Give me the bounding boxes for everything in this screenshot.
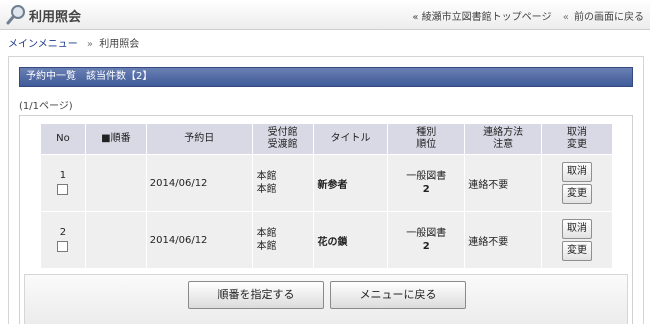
row-number: 2 bbox=[59, 227, 67, 238]
cell-order bbox=[85, 155, 146, 211]
cell-type: 一般図書 2 bbox=[388, 155, 465, 211]
col-header-type-line2: 順位 bbox=[416, 139, 437, 150]
library-top-link[interactable]: 綾瀬市立図書館トップページ bbox=[422, 12, 552, 23]
col-header-date: 予約日 bbox=[146, 124, 252, 154]
magnifier-icon bbox=[6, 5, 25, 25]
link-prefix: « bbox=[562, 12, 569, 23]
change-button[interactable]: 変更 bbox=[562, 184, 593, 204]
material-type: 一般図書 bbox=[406, 171, 447, 182]
link-prefix: « bbox=[412, 12, 419, 23]
previous-screen-link[interactable]: 前の画面に戻る bbox=[574, 12, 644, 23]
cell-type: 一般図書 2 bbox=[388, 212, 465, 268]
header-links: « 綾瀬市立図書館トップページ « 前の画面に戻る bbox=[412, 8, 644, 23]
deliver-branch: 本館 bbox=[256, 241, 277, 252]
col-header-type-line1: 種別 bbox=[416, 127, 437, 138]
cell-no: 1 bbox=[41, 155, 85, 211]
row-number: 1 bbox=[59, 170, 67, 181]
col-header-contact-line2: 注意 bbox=[493, 139, 514, 150]
app-header: 利用照会 « 綾瀬市立図書館トップページ « 前の画面に戻る bbox=[0, 0, 650, 30]
col-header-branch: 受付館 受渡館 bbox=[252, 124, 313, 154]
cell-contact: 連絡不要 bbox=[465, 155, 542, 211]
page-title: 利用照会 bbox=[29, 9, 82, 25]
cell-title: 花の鎖 bbox=[313, 212, 388, 268]
row-checkbox[interactable] bbox=[57, 184, 69, 195]
col-header-order: ■順番 bbox=[85, 124, 146, 154]
section-heading: 予約中一覧 該当件数【2】 bbox=[19, 67, 633, 87]
set-order-button[interactable]: 順番を指定する bbox=[188, 281, 324, 309]
table-row: 2 2014/06/12 本館 本館 花の鎖 一般図書 2 連絡不要 取消 変更 bbox=[41, 212, 612, 268]
table-row: 1 2014/06/12 本館 本館 新参者 一般図書 2 連絡不要 取消 変更 bbox=[41, 155, 612, 211]
col-header-contact: 連絡方法 注意 bbox=[465, 124, 542, 154]
deliver-branch: 本館 bbox=[256, 184, 277, 195]
breadcrumb-separator: » bbox=[86, 39, 94, 50]
cell-title: 新参者 bbox=[313, 155, 388, 211]
header-title-group: 利用照会 bbox=[6, 4, 81, 26]
cell-action: 取消 変更 bbox=[542, 212, 612, 268]
cell-date: 2014/06/12 bbox=[146, 212, 252, 268]
col-header-action: 取消 変更 bbox=[542, 124, 612, 154]
col-header-action-line1: 取消 bbox=[567, 127, 588, 138]
col-header-title: タイトル bbox=[313, 124, 388, 154]
breadcrumb-main-menu[interactable]: メインメニュー bbox=[8, 39, 78, 50]
cancel-button[interactable]: 取消 bbox=[562, 219, 593, 239]
col-header-no: No bbox=[41, 124, 85, 154]
cell-date: 2014/06/12 bbox=[146, 155, 252, 211]
reservation-list-container: No ■順番 予約日 受付館 受渡館 タイトル 種別 順位 連絡方法 注意 取消 bbox=[19, 115, 633, 324]
breadcrumb-current: 利用照会 bbox=[99, 39, 140, 50]
material-type: 一般図書 bbox=[406, 228, 447, 239]
cell-branch: 本館 本館 bbox=[252, 212, 313, 268]
col-header-branch-line2: 受渡館 bbox=[267, 139, 298, 150]
reservation-rank: 2 bbox=[422, 241, 430, 252]
cell-contact: 連絡不要 bbox=[465, 212, 542, 268]
col-header-branch-line1: 受付館 bbox=[267, 127, 298, 138]
col-header-action-line2: 変更 bbox=[567, 139, 588, 150]
cell-order bbox=[85, 212, 146, 268]
cancel-button[interactable]: 取消 bbox=[562, 162, 593, 182]
receive-branch: 本館 bbox=[256, 228, 277, 239]
reservation-rank: 2 bbox=[422, 184, 430, 195]
cell-branch: 本館 本館 bbox=[252, 155, 313, 211]
breadcrumb: メインメニュー » 利用照会 bbox=[8, 35, 139, 50]
cell-no: 2 bbox=[41, 212, 85, 268]
col-header-contact-line1: 連絡方法 bbox=[483, 127, 524, 138]
receive-branch: 本館 bbox=[256, 171, 277, 182]
cell-action: 取消 変更 bbox=[542, 155, 612, 211]
table-header-row: No ■順番 予約日 受付館 受渡館 タイトル 種別 順位 連絡方法 注意 取消 bbox=[41, 124, 612, 154]
col-header-type: 種別 順位 bbox=[388, 124, 465, 154]
change-button[interactable]: 変更 bbox=[562, 241, 593, 261]
action-button-bar: 順番を指定する メニューに戻る bbox=[24, 274, 628, 324]
reservation-table: No ■順番 予約日 受付館 受渡館 タイトル 種別 順位 連絡方法 注意 取消 bbox=[40, 123, 613, 269]
row-checkbox[interactable] bbox=[57, 241, 69, 252]
back-to-menu-button[interactable]: メニューに戻る bbox=[330, 281, 466, 309]
page-info: (1/1ページ) bbox=[19, 101, 73, 112]
reservation-panel: 予約中一覧 該当件数【2】 (1/1ページ) No ■順番 予約日 受付館 受渡… bbox=[8, 56, 644, 324]
